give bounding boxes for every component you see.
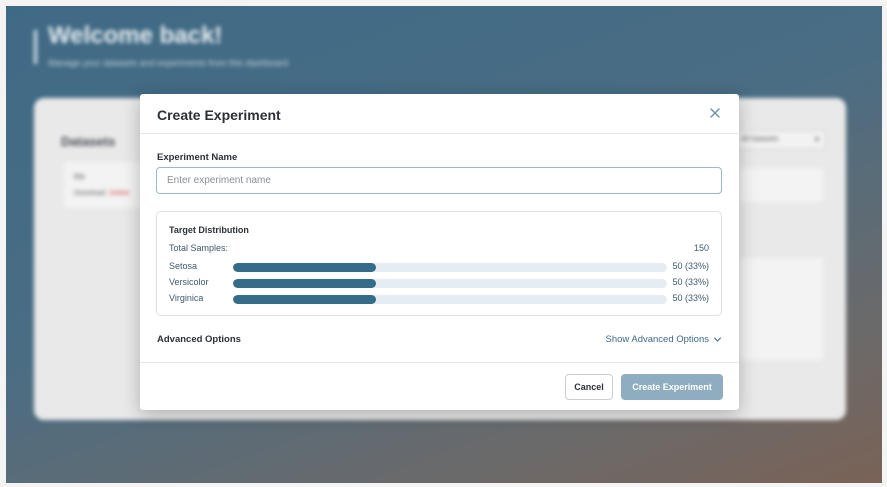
- heading-accent-bar: [34, 30, 37, 64]
- modal-title: Create Experiment: [157, 107, 281, 123]
- dataset-filter-value: All Datasets: [741, 136, 779, 143]
- class-count: 50 (33%): [672, 293, 709, 303]
- distribution-bar-track: [233, 279, 667, 288]
- show-advanced-options-toggle[interactable]: Show Advanced Options: [605, 334, 722, 345]
- advanced-options-label: Advanced Options: [157, 334, 241, 345]
- total-samples-value: 150: [693, 243, 709, 253]
- class-name: Setosa: [169, 261, 198, 271]
- modal-footer: Cancel Create Experiment: [140, 362, 739, 410]
- chevron-down-icon: [714, 337, 721, 342]
- dataset-row-title: Iris: [74, 172, 85, 181]
- dataset-filter-select: All Datasets ▾: [734, 130, 826, 150]
- class-name: Virginica: [169, 293, 204, 303]
- dashboard-heading: Welcome back!: [48, 22, 223, 49]
- class-name: Versicolor: [169, 277, 209, 287]
- distribution-bar-fill: [233, 263, 377, 272]
- datasets-card-title: Datasets: [61, 134, 116, 149]
- experiment-name-input[interactable]: [156, 167, 722, 194]
- download-link: Download: [74, 190, 106, 197]
- distribution-bar-track: [233, 263, 667, 272]
- target-distribution-title: Target Distribution: [169, 225, 249, 235]
- distribution-row-setosa: Setosa 50 (33%): [157, 261, 721, 275]
- distribution-bar-fill: [233, 279, 377, 288]
- distribution-bar-fill: [233, 295, 377, 304]
- distribution-row-versicolor: Versicolor 50 (33%): [157, 277, 721, 291]
- class-count: 50 (33%): [672, 261, 709, 271]
- cancel-button[interactable]: Cancel: [565, 374, 613, 400]
- target-distribution-panel: Target Distribution Total Samples: 150 S…: [156, 211, 722, 316]
- chevron-down-icon: ▾: [814, 135, 819, 144]
- experiment-name-label: Experiment Name: [157, 152, 238, 163]
- create-experiment-modal: Create Experiment Experiment Name Target…: [140, 94, 739, 410]
- side-panel-block: [739, 258, 823, 360]
- modal-header: Create Experiment: [140, 94, 739, 134]
- distribution-row-virginica: Virginica 50 (33%): [157, 293, 721, 307]
- create-experiment-button[interactable]: Create Experiment: [621, 374, 723, 400]
- dataset-row-actions: Download Delete: [74, 190, 129, 197]
- distribution-bar-track: [233, 295, 667, 304]
- dashboard-subheading: Manage your datasets and experiments fro…: [48, 58, 289, 68]
- total-samples-label: Total Samples:: [169, 243, 229, 253]
- side-panel-block: [739, 168, 823, 202]
- close-icon[interactable]: [708, 106, 722, 120]
- delete-link: Delete: [109, 190, 130, 197]
- show-advanced-options-label: Show Advanced Options: [605, 334, 709, 345]
- class-count: 50 (33%): [672, 277, 709, 287]
